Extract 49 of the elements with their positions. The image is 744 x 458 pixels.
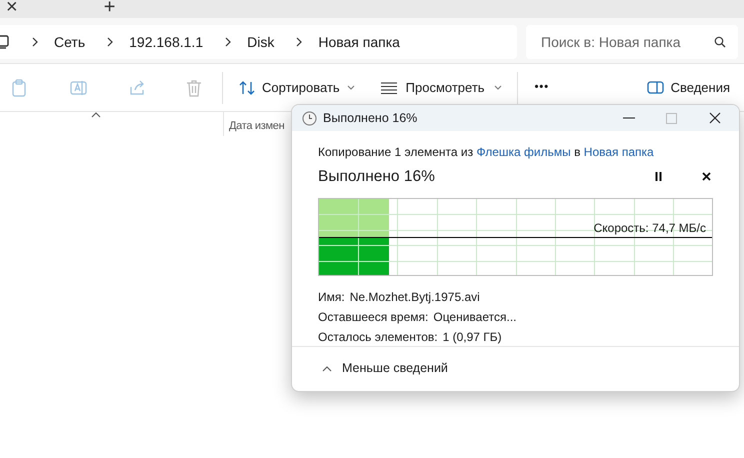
minimize-icon[interactable] [623, 117, 635, 120]
detail-value: Оценивается... [433, 308, 516, 326]
close-tab-button[interactable]: × [6, 0, 18, 14]
list-icon [380, 82, 397, 94]
description-text: в [573, 145, 582, 160]
new-tab-button[interactable]: + [104, 0, 116, 14]
detail-label: Имя: [318, 288, 345, 306]
sort-caret-icon [91, 112, 101, 118]
breadcrumb[interactable]: Disk [247, 32, 274, 52]
breadcrumb[interactable]: 192.168.1.1 [129, 32, 204, 52]
detail-value: Ne.Mozhet.Bytj.1975.avi [350, 288, 480, 306]
chevron-right-icon [296, 37, 302, 47]
breadcrumb[interactable]: Сеть [54, 32, 86, 52]
folder-link[interactable]: Новая папка [584, 145, 654, 160]
window-title: Выполнено 16% [323, 110, 418, 127]
description-text: Копирование 1 элемента из [318, 145, 474, 160]
search-field[interactable]: Поиск в: Новая папка [526, 25, 738, 59]
details-pane-icon [646, 81, 664, 94]
details-button[interactable]: Сведения [646, 78, 730, 98]
progress-heading: Выполнено 16% [318, 167, 435, 188]
trash-icon [186, 78, 202, 96]
chevron-down-icon [346, 85, 355, 90]
speed-label: Скорость: 74,7 МБ/с [594, 220, 706, 237]
sort-button[interactable]: Сортировать [239, 78, 355, 98]
address-bar[interactable]: Сеть 192.168.1.1 Disk Новая папка [0, 25, 517, 59]
more-button[interactable]: ••• [534, 79, 550, 96]
breadcrumb[interactable]: Новая папка [318, 32, 400, 52]
rename-icon [70, 78, 88, 96]
view-button[interactable]: Просмотреть [380, 78, 502, 98]
detail-value: 1 (0,97 ГБ) [442, 328, 502, 346]
search-icon [714, 36, 726, 48]
close-icon[interactable] [702, 172, 711, 182]
chevron-right-icon [32, 37, 38, 47]
detail-label: Оставшееся время: [318, 308, 428, 326]
sort-icon [239, 80, 255, 96]
chevron-down-icon [494, 85, 502, 90]
detail-label: Осталось элементов: [318, 328, 438, 346]
share-icon [128, 78, 146, 96]
column-header[interactable]: Дата измен [229, 118, 284, 134]
folder-link[interactable]: Флешка фильмы [476, 145, 571, 160]
chevron-right-icon [225, 37, 232, 47]
clock-icon [302, 110, 317, 126]
computer-icon [0, 34, 10, 50]
paste-icon [12, 78, 28, 96]
pause-icon[interactable] [655, 172, 662, 182]
chevron-up-icon [322, 366, 332, 372]
chevron-right-icon [107, 37, 114, 47]
close-icon[interactable] [709, 112, 721, 124]
fewer-details-button[interactable]: Меньше сведений [322, 359, 448, 378]
